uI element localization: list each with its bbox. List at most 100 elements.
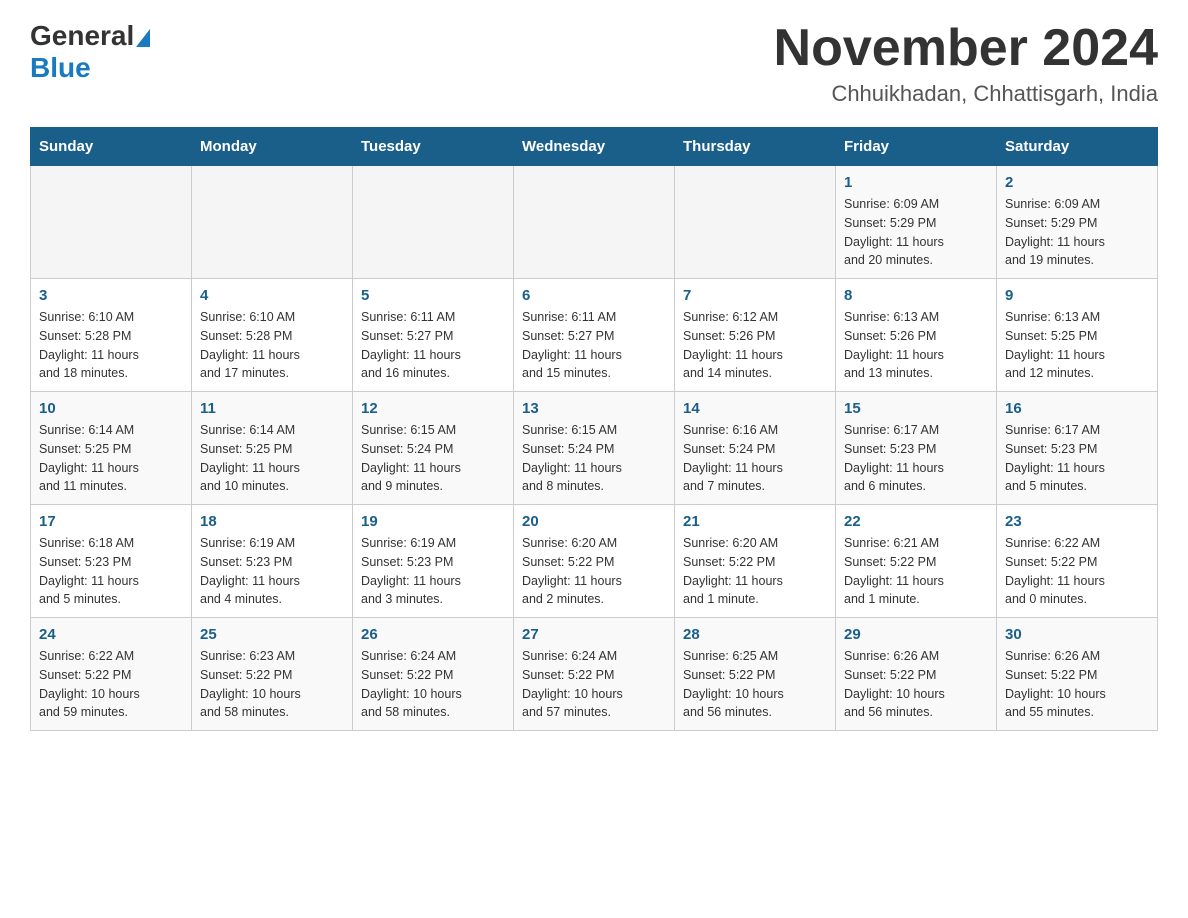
day-info: Sunrise: 6:18 AMSunset: 5:23 PMDaylight:… [39, 534, 183, 609]
day-info: Sunrise: 6:24 AMSunset: 5:22 PMDaylight:… [522, 647, 666, 722]
day-info: Sunrise: 6:15 AMSunset: 5:24 PMDaylight:… [522, 421, 666, 496]
calendar-cell: 21 Sunrise: 6:20 AMSunset: 5:22 PMDayligh… [675, 505, 836, 618]
calendar-cell: 9Sunrise: 6:13 AMSunset: 5:25 PMDaylight… [997, 279, 1158, 392]
day-number: 24 [39, 626, 183, 643]
calendar-cell: 26 Sunrise: 6:24 AMSunset: 5:22 PMDayligh… [353, 618, 514, 731]
month-title: November 2024 [774, 20, 1158, 77]
calendar-cell: 13Sunrise: 6:15 AMSunset: 5:24 PMDayligh… [514, 392, 675, 505]
day-number: 18 [200, 513, 344, 530]
day-of-week-tuesday: Tuesday [353, 128, 514, 166]
calendar-cell: 24 Sunrise: 6:22 AMSunset: 5:22 PMDayligh… [31, 618, 192, 731]
calendar-cell: 5 Sunrise: 6:11 AMSunset: 5:27 PMDaylight… [353, 279, 514, 392]
logo-blue: Blue [30, 52, 91, 83]
day-info: Sunrise: 6:10 AMSunset: 5:28 PMDaylight:… [200, 308, 344, 383]
day-info: Sunrise: 6:20 AMSunset: 5:22 PMDaylight:… [683, 534, 827, 609]
calendar-cell [353, 166, 514, 279]
day-info: Sunrise: 6:16 AMSunset: 5:24 PMDaylight:… [683, 421, 827, 496]
day-of-week-sunday: Sunday [31, 128, 192, 166]
day-info: Sunrise: 6:22 AMSunset: 5:22 PMDaylight:… [39, 647, 183, 722]
calendar-cell: 1Sunrise: 6:09 AMSunset: 5:29 PMDaylight… [836, 166, 997, 279]
calendar-cell: 18Sunrise: 6:19 AMSunset: 5:23 PMDayligh… [192, 505, 353, 618]
day-info: Sunrise: 6:26 AMSunset: 5:22 PMDaylight:… [844, 647, 988, 722]
days-of-week-row: SundayMondayTuesdayWednesdayThursdayFrid… [31, 128, 1158, 166]
calendar-cell: 6Sunrise: 6:11 AMSunset: 5:27 PMDaylight… [514, 279, 675, 392]
day-info: Sunrise: 6:10 AMSunset: 5:28 PMDaylight:… [39, 308, 183, 383]
calendar-cell: 3 Sunrise: 6:10 AMSunset: 5:28 PMDaylight… [31, 279, 192, 392]
day-info: Sunrise: 6:09 AMSunset: 5:29 PMDaylight:… [1005, 195, 1149, 270]
day-info: Sunrise: 6:24 AMSunset: 5:22 PMDaylight:… [361, 647, 505, 722]
title-area: November 2024 Chhuikhadan, Chhattisgarh,… [774, 20, 1158, 107]
day-of-week-thursday: Thursday [675, 128, 836, 166]
calendar-cell [514, 166, 675, 279]
day-number: 16 [1005, 400, 1149, 417]
day-number: 22 [844, 513, 988, 530]
day-of-week-monday: Monday [192, 128, 353, 166]
calendar-cell: 4 Sunrise: 6:10 AMSunset: 5:28 PMDaylight… [192, 279, 353, 392]
day-info: Sunrise: 6:19 AMSunset: 5:23 PMDaylight:… [361, 534, 505, 609]
calendar-cell: 7 Sunrise: 6:12 AMSunset: 5:26 PMDaylight… [675, 279, 836, 392]
calendar-cell: 16 Sunrise: 6:17 AMSunset: 5:23 PMDayligh… [997, 392, 1158, 505]
day-number: 15 [844, 400, 988, 417]
page-header: General Blue November 2024 Chhuikhadan, … [30, 20, 1158, 107]
calendar-cell: 30 Sunrise: 6:26 AMSunset: 5:22 PMDayligh… [997, 618, 1158, 731]
calendar-cell: 25 Sunrise: 6:23 AMSunset: 5:22 PMDayligh… [192, 618, 353, 731]
calendar-cell: 29 Sunrise: 6:26 AMSunset: 5:22 PMDayligh… [836, 618, 997, 731]
day-info: Sunrise: 6:14 AMSunset: 5:25 PMDaylight:… [200, 421, 344, 496]
day-number: 7 [683, 287, 827, 304]
calendar-cell: 2 Sunrise: 6:09 AMSunset: 5:29 PMDaylight… [997, 166, 1158, 279]
logo: General Blue [30, 20, 152, 84]
day-number: 30 [1005, 626, 1149, 643]
calendar-cell: 28Sunrise: 6:25 AMSunset: 5:22 PMDayligh… [675, 618, 836, 731]
day-number: 5 [361, 287, 505, 304]
calendar-cell: 8 Sunrise: 6:13 AMSunset: 5:26 PMDaylight… [836, 279, 997, 392]
day-info: Sunrise: 6:20 AMSunset: 5:22 PMDaylight:… [522, 534, 666, 609]
day-of-week-saturday: Saturday [997, 128, 1158, 166]
day-number: 3 [39, 287, 183, 304]
calendar-cell: 11 Sunrise: 6:14 AMSunset: 5:25 PMDayligh… [192, 392, 353, 505]
day-number: 21 [683, 513, 827, 530]
week-row-4: 17 Sunrise: 6:18 AMSunset: 5:23 PMDayligh… [31, 505, 1158, 618]
week-row-1: 1Sunrise: 6:09 AMSunset: 5:29 PMDaylight… [31, 166, 1158, 279]
day-info: Sunrise: 6:12 AMSunset: 5:26 PMDaylight:… [683, 308, 827, 383]
day-number: 10 [39, 400, 183, 417]
day-info: Sunrise: 6:11 AMSunset: 5:27 PMDaylight:… [522, 308, 666, 383]
day-number: 20 [522, 513, 666, 530]
day-info: Sunrise: 6:23 AMSunset: 5:22 PMDaylight:… [200, 647, 344, 722]
day-of-week-wednesday: Wednesday [514, 128, 675, 166]
day-number: 29 [844, 626, 988, 643]
day-info: Sunrise: 6:17 AMSunset: 5:23 PMDaylight:… [1005, 421, 1149, 496]
day-number: 2 [1005, 174, 1149, 191]
day-number: 28 [683, 626, 827, 643]
day-info: Sunrise: 6:09 AMSunset: 5:29 PMDaylight:… [844, 195, 988, 270]
day-of-week-friday: Friday [836, 128, 997, 166]
week-row-3: 10 Sunrise: 6:14 AMSunset: 5:25 PMDayligh… [31, 392, 1158, 505]
day-number: 9 [1005, 287, 1149, 304]
day-info: Sunrise: 6:13 AMSunset: 5:26 PMDaylight:… [844, 308, 988, 383]
logo-general: General [30, 20, 134, 52]
calendar-cell: 12Sunrise: 6:15 AMSunset: 5:24 PMDayligh… [353, 392, 514, 505]
day-number: 26 [361, 626, 505, 643]
day-number: 19 [361, 513, 505, 530]
calendar-header: SundayMondayTuesdayWednesdayThursdayFrid… [31, 128, 1158, 166]
calendar-cell [192, 166, 353, 279]
location-title: Chhuikhadan, Chhattisgarh, India [774, 81, 1158, 107]
day-number: 8 [844, 287, 988, 304]
day-number: 17 [39, 513, 183, 530]
calendar-body: 1Sunrise: 6:09 AMSunset: 5:29 PMDaylight… [31, 166, 1158, 731]
day-info: Sunrise: 6:11 AMSunset: 5:27 PMDaylight:… [361, 308, 505, 383]
day-number: 25 [200, 626, 344, 643]
calendar-cell: 27 Sunrise: 6:24 AMSunset: 5:22 PMDayligh… [514, 618, 675, 731]
day-info: Sunrise: 6:14 AMSunset: 5:25 PMDaylight:… [39, 421, 183, 496]
week-row-5: 24 Sunrise: 6:22 AMSunset: 5:22 PMDayligh… [31, 618, 1158, 731]
week-row-2: 3 Sunrise: 6:10 AMSunset: 5:28 PMDaylight… [31, 279, 1158, 392]
day-info: Sunrise: 6:21 AMSunset: 5:22 PMDaylight:… [844, 534, 988, 609]
calendar-cell [31, 166, 192, 279]
calendar-cell: 17 Sunrise: 6:18 AMSunset: 5:23 PMDayligh… [31, 505, 192, 618]
day-info: Sunrise: 6:26 AMSunset: 5:22 PMDaylight:… [1005, 647, 1149, 722]
calendar-cell: 15Sunrise: 6:17 AMSunset: 5:23 PMDayligh… [836, 392, 997, 505]
calendar-cell: 10 Sunrise: 6:14 AMSunset: 5:25 PMDayligh… [31, 392, 192, 505]
day-number: 27 [522, 626, 666, 643]
day-number: 11 [200, 400, 344, 417]
day-number: 4 [200, 287, 344, 304]
day-number: 23 [1005, 513, 1149, 530]
